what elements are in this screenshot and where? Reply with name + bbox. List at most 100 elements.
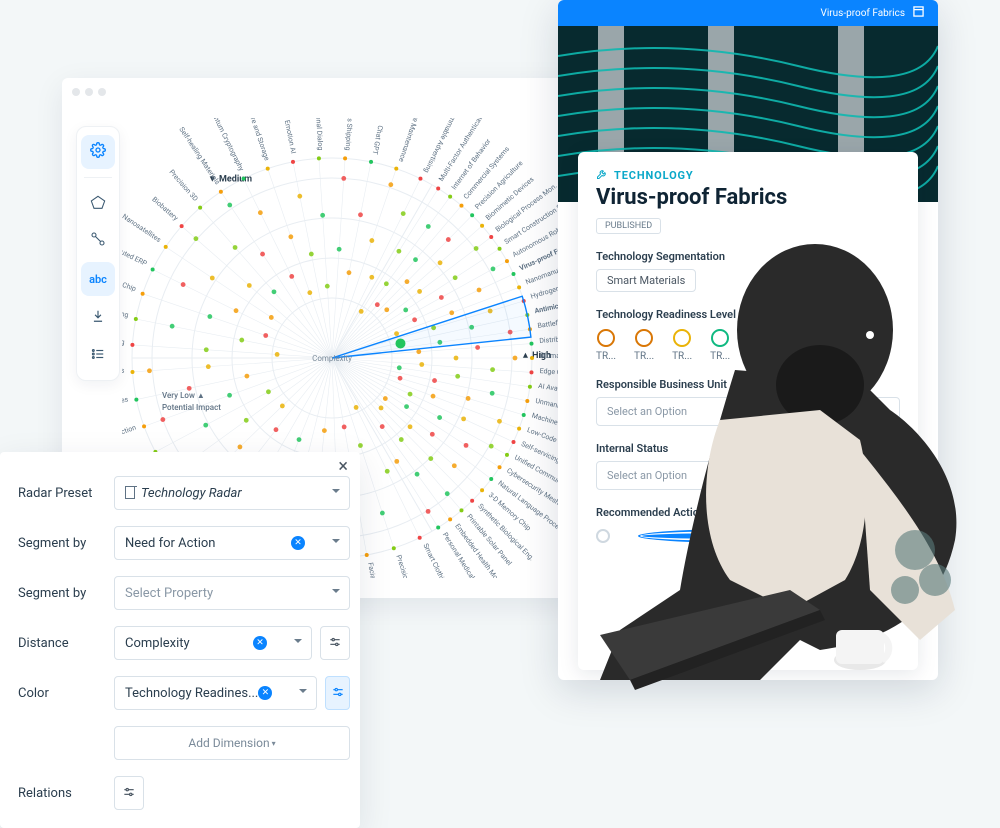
distance-select[interactable]: Complexity ✕ [114,626,312,660]
trl-option[interactable]: TR... [672,329,692,362]
segment2-placeholder: Select Property [125,586,213,601]
nodes-icon [90,231,106,251]
list-icon [91,346,105,365]
pentagon-icon [90,194,106,213]
segment2-select[interactable]: Select Property [114,576,350,610]
relations-adjust-button[interactable] [114,776,144,810]
distance-value: Complexity [125,636,190,651]
internal-status-label: Internal Status [596,442,900,455]
clear-segment1-button[interactable]: ✕ [291,536,305,550]
sliders-icon [328,634,342,653]
window-traffic-lights [72,88,106,96]
trl-option-label: TR... [672,351,692,362]
svg-text:Predictive Maintenance: Predictive Maintenance [397,118,428,163]
download-icon [91,308,105,327]
svg-text:Humanoids: Humanoids [122,366,125,377]
settings-button[interactable] [81,135,115,169]
color-value: Technology Readines... [125,686,258,701]
recommended-action-radio[interactable] [886,529,900,543]
gear-icon [90,142,106,162]
trl-option[interactable]: TR... [634,329,654,362]
bu-label: Responsible Business Unit [596,378,900,391]
field-label-relations: Relations [18,786,114,801]
trl-circle-icon [635,329,653,347]
svg-text:Emotional Dialog: Emotional Dialog [313,118,324,151]
close-button[interactable]: × [338,456,348,477]
preset-select[interactable]: Technology Radar [114,476,350,510]
svg-text:Emotion AI: Emotion AI [283,119,298,154]
detail-header: Virus-proof Fabrics [558,0,938,26]
recommended-action-radio[interactable] [638,529,858,543]
svg-text:Autonomous Driving: Autonomous Driving [122,334,125,346]
sliders-icon [122,784,136,803]
trl-circle-icon [597,329,615,347]
svg-text:Precision Fermentation: Precision Fermentation [394,554,424,578]
status-badge: PUBLISHED [596,218,661,234]
shape-tool-button[interactable] [81,186,115,220]
clear-color-button[interactable]: ✕ [258,686,272,700]
recommended-action-label: Recommended Action [596,506,900,519]
preset-value: Technology Radar [141,486,242,501]
field-label-color: Color [18,686,114,701]
trl-option-label: TR... [634,351,654,362]
add-dimension-button[interactable]: Add Dimension ▾ [114,726,350,760]
field-label-preset: Radar Preset [18,486,114,501]
clear-distance-button[interactable]: ✕ [253,636,267,650]
segment1-select[interactable]: Need for Action ✕ [114,526,350,560]
internal-status-select[interactable]: Select an Option [596,461,900,490]
list-button[interactable] [81,338,115,372]
trl-option-label: TR... [748,351,768,362]
svg-text:Precision 3D: Precision 3D [167,168,199,203]
trl-option[interactable]: TR... [710,329,730,362]
svg-text:Autonomous Shipping: Autonomous Shipping [344,118,356,151]
bookmark-icon [125,487,135,499]
sliders-icon [331,684,345,703]
svg-text:Complexity: Complexity [312,354,352,363]
svg-text:Facial Recognition: Facial Recognition [366,562,384,578]
connection-tool-button[interactable] [81,224,115,258]
recommended-action-radio[interactable] [596,529,610,543]
category-eyebrow: TECHNOLOGY [596,168,900,183]
segment1-value: Need for Action [125,536,215,551]
distance-adjust-button[interactable] [320,626,350,660]
close-icon: × [338,456,348,477]
svg-text:Next Gen Batteries: Next Gen Batteries [122,395,129,415]
bu-select[interactable]: Select an Option [596,397,900,426]
svg-text:Quantum Cryptography: Quantum Cryptography [206,118,245,173]
field-label-segment1: Segment by [18,536,114,551]
svg-text:Biobattery: Biobattery [150,195,180,222]
trl-selector: TR... TR... TR... TR... TR... [596,329,900,362]
svg-text:Quantum Computing: Quantum Computing [122,299,129,319]
svg-text:Self-healing Materials: Self-healing Materials [177,126,221,187]
trl-circle-icon [749,329,767,347]
segmentation-label: Technology Segmentation [596,250,900,263]
color-select[interactable]: Technology Readines... ✕ [114,676,317,710]
trl-circle-icon [711,329,729,347]
detail-card: TECHNOLOGY Virus-proof Fabrics PUBLISHED… [578,152,918,670]
labels-toggle-button[interactable]: abc [81,262,115,296]
svg-text:Nanosatellites: Nanosatellites [122,213,163,245]
detail-header-title: Virus-proof Fabrics [820,8,905,19]
radar-config-panel: × Radar Preset Technology Radar Segment … [0,452,360,828]
radar-toolbar: abc [76,126,120,381]
field-label-distance: Distance [18,636,114,651]
svg-text:Carbon Capture and Storage: Carbon Capture and Storage [235,118,271,162]
trl-circle-icon [673,329,691,347]
trl-option-label: TR... [710,351,730,362]
trl-label: Technology Readiness Level [596,308,900,321]
trl-option[interactable]: TR... [596,329,616,362]
svg-text:Hydrogen Production: Hydrogen Production [122,423,137,453]
chevron-down-icon: ▾ [272,739,276,748]
technology-detail-panel: Virus-proof Fabrics TECHNOLOGY Virus-p [558,0,938,680]
svg-text:Potential Impact: Potential Impact [162,403,221,412]
recommended-action-radios [596,529,900,543]
trl-option[interactable]: TR... [748,329,768,362]
window-icon[interactable] [913,6,924,20]
svg-text:Chat GPT: Chat GPT [370,125,384,156]
trl-option-label: TR... [596,351,616,362]
segmentation-tag[interactable]: Smart Materials [596,269,696,292]
color-adjust-button[interactable] [325,676,350,710]
download-button[interactable] [81,300,115,334]
svg-text:Distributed ERP: Distributed ERP [122,239,149,268]
technology-title: Virus-proof Fabrics [596,185,900,210]
